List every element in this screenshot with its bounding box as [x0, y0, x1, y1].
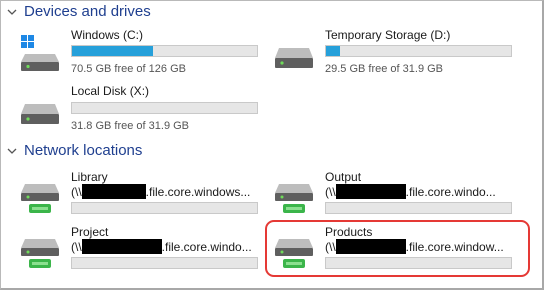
section-title: Network locations	[24, 142, 143, 159]
path-prefix: (\\	[71, 240, 82, 254]
network-location-output[interactable]: Output (\\ .file.core.windo...	[273, 170, 513, 218]
path-prefix: (\\	[325, 185, 336, 199]
network-drive-icon	[21, 239, 59, 268]
free-space-text: 31.8 GB free of 31.9 GB	[71, 120, 190, 132]
network-drive-icon	[275, 184, 313, 213]
usage-bar	[71, 102, 258, 114]
usage-bar	[71, 202, 258, 214]
location-path: (\\ .file.core.windo...	[71, 239, 252, 254]
network-location-library[interactable]: Library (\\ .file.core.windows...	[19, 170, 259, 218]
redacted-block	[335, 184, 406, 199]
drive-name: Windows (C:)	[71, 28, 144, 42]
free-space-text: 70.5 GB free of 126 GB	[71, 63, 186, 75]
network-drive-icon	[21, 184, 59, 213]
location-name: Output	[325, 170, 362, 184]
usage-bar	[325, 202, 512, 214]
hard-drive-icon	[21, 104, 59, 124]
free-space-text: 29.5 GB free of 31.9 GB	[325, 63, 444, 75]
section-devices-and-drives[interactable]: Devices and drives	[6, 3, 151, 20]
location-path: (\\ .file.core.windo...	[325, 184, 496, 199]
location-name: Library	[71, 170, 108, 184]
drive-name: Temporary Storage (D:)	[325, 28, 451, 42]
drive-x[interactable]: Local Disk (X:) 31.8 GB free of 31.9 GB	[19, 84, 259, 132]
drive-c[interactable]: Windows (C:) 70.5 GB free of 126 GB	[19, 28, 259, 76]
network-location-project[interactable]: Project (\\ .file.core.windo...	[19, 225, 259, 273]
redacted-block	[81, 239, 162, 254]
usage-bar	[71, 257, 258, 269]
path-prefix: (\\	[71, 185, 82, 199]
redacted-block	[81, 184, 146, 199]
path-suffix: .file.core.windo...	[161, 240, 252, 254]
path-suffix: .file.core.windo...	[405, 185, 496, 199]
highlight-outline	[265, 220, 530, 277]
section-network-locations[interactable]: Network locations	[6, 142, 142, 159]
path-suffix: .file.core.windows...	[145, 185, 251, 199]
drive-d[interactable]: Temporary Storage (D:) 29.5 GB free of 3…	[273, 28, 513, 76]
hard-drive-icon	[275, 48, 313, 68]
usage-bar-fill	[326, 46, 340, 56]
usage-bar	[325, 45, 512, 57]
chevron-down-icon[interactable]	[6, 145, 18, 157]
section-title: Devices and drives	[24, 3, 151, 20]
usage-bar-fill	[72, 46, 154, 56]
usage-bar	[71, 45, 258, 57]
windows-drive-icon	[21, 35, 59, 71]
drive-name: Local Disk (X:)	[71, 84, 150, 98]
location-name: Project	[71, 225, 109, 239]
location-path: (\\ .file.core.windows...	[71, 184, 250, 199]
chevron-down-icon[interactable]	[6, 6, 18, 18]
